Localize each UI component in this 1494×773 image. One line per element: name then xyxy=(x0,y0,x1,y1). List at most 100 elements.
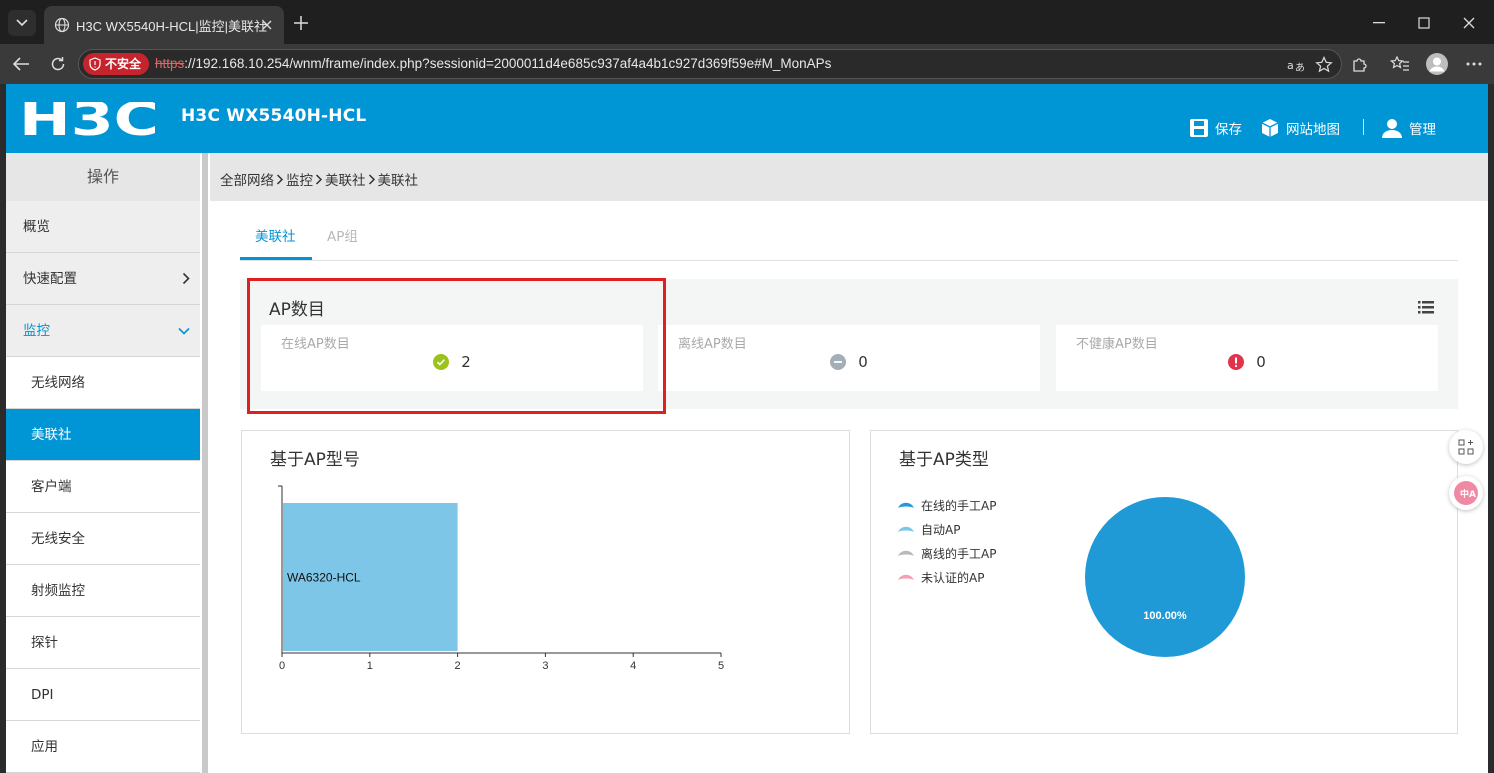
sidebar-item-apps[interactable]: 应用 xyxy=(6,721,200,773)
globe-icon xyxy=(54,17,70,33)
legend-item[interactable]: 在线的手工AP xyxy=(897,493,996,517)
highlight-annotation xyxy=(247,278,666,414)
sidebar-item-label: 快速配置 xyxy=(23,271,77,287)
sidebar-item-rf-monitor[interactable]: 射频监控 xyxy=(6,565,200,617)
offline-ap-label: 离线AP数目 xyxy=(678,337,747,352)
sidebar: 操作 概览 快速配置 监控 无线网络 美联社 客户端 无线安全 射频监控 探针 xyxy=(6,153,202,773)
maximize-button[interactable] xyxy=(1411,10,1437,36)
sidebar-item-clients[interactable]: 客户端 xyxy=(6,461,200,513)
device-name: H3C WX5540H-HCL xyxy=(181,106,367,126)
x-tick-label: 0 xyxy=(279,660,285,672)
svg-text:あ: あ xyxy=(1295,62,1305,73)
not-secure-label: 不安全 xyxy=(105,57,142,71)
bar-category-label: WA6320-HCL xyxy=(287,571,361,585)
x-tick-label: 4 xyxy=(630,660,636,672)
back-button[interactable] xyxy=(9,52,33,76)
minus-circle-icon xyxy=(830,354,847,370)
close-window-button[interactable] xyxy=(1456,10,1482,36)
url-text: https://192.168.10.254/wnm/frame/index.p… xyxy=(155,56,831,71)
sidebar-item-label: 无线安全 xyxy=(31,531,85,547)
extensions-button[interactable] xyxy=(1348,52,1372,76)
sidebar-item-ap[interactable]: 美联社 xyxy=(6,409,200,461)
list-icon[interactable] xyxy=(1418,301,1434,314)
admin-label: 管理 xyxy=(1409,122,1436,138)
tab-list-button[interactable] xyxy=(8,10,36,36)
url-scheme: https xyxy=(155,56,185,71)
breadcrumb-item[interactable]: 监控 xyxy=(286,169,313,189)
sidebar-title: 操作 xyxy=(6,153,200,201)
tab-divider xyxy=(240,260,1458,261)
sidebar-item-dpi[interactable]: DPI xyxy=(6,669,200,721)
tab-ap[interactable]: 美联社 xyxy=(255,225,296,245)
chevron-right-icon xyxy=(368,173,375,185)
translate-icon[interactable]: aあ xyxy=(1287,57,1305,73)
breadcrumb-item: 美联社 xyxy=(377,173,419,189)
sidebar-item-overview[interactable]: 概览 xyxy=(6,201,200,253)
legend-item[interactable]: 未认证的AP xyxy=(897,565,996,589)
minimize-icon xyxy=(1373,22,1385,24)
address-bar[interactable]: 不安全 https://192.168.10.254/wnm/frame/ind… xyxy=(78,49,1342,79)
not-secure-badge[interactable]: 不安全 xyxy=(83,53,150,75)
breadcrumb-item[interactable]: 美联社 xyxy=(325,169,366,189)
legend-item[interactable]: 离线的手工AP xyxy=(897,541,996,565)
ap-model-bar-chart: 0 1 2 3 4 5 WA6320-HCL xyxy=(278,485,724,672)
legend-swatch xyxy=(898,550,914,556)
translate-tool-button[interactable]: 中A xyxy=(1449,476,1483,510)
legend-swatch xyxy=(898,574,914,580)
sidebar-item-label: DPI xyxy=(31,687,54,703)
more-horizontal-icon xyxy=(1466,62,1482,66)
profile-button[interactable] xyxy=(1425,52,1449,76)
pie-slice-label: 100.00% xyxy=(1143,610,1187,622)
star-icon[interactable] xyxy=(1315,56,1333,74)
sidebar-item-wireless-network[interactable]: 无线网络 xyxy=(6,357,200,409)
app-header: H3C H3C WX5540H-HCL 保存 网站地图 管理 xyxy=(6,84,1488,153)
sidebar-item-monitor[interactable]: 监控 xyxy=(6,305,200,357)
apps-button[interactable] xyxy=(1449,430,1483,464)
save-button[interactable]: 保存 xyxy=(1189,118,1242,138)
user-icon xyxy=(1382,119,1402,138)
pie-slice[interactable] xyxy=(1085,497,1245,657)
translate-tool-icon: 中A xyxy=(1454,481,1478,505)
sidebar-item-label: 客户端 xyxy=(31,479,72,495)
x-tick-label: 1 xyxy=(367,660,373,672)
ap-model-chart-card: 基于AP型号 0 1 2 3 4 5 WA6320-HCL xyxy=(241,430,850,734)
offline-ap-count: 0 xyxy=(858,353,868,371)
header-divider xyxy=(1363,119,1364,135)
chevron-right-icon xyxy=(315,173,323,185)
new-tab-icon[interactable] xyxy=(290,12,312,34)
reload-button[interactable] xyxy=(46,52,70,76)
sitemap-button[interactable]: 网站地图 xyxy=(1260,118,1340,138)
breadcrumb-item[interactable]: 全部网络 xyxy=(220,169,274,189)
shield-warning-icon xyxy=(89,57,101,71)
close-icon xyxy=(1463,17,1475,29)
close-tab-icon[interactable] xyxy=(258,16,276,34)
legend-swatch xyxy=(898,526,914,532)
sidebar-scrollbar[interactable] xyxy=(202,153,208,773)
svg-text:a: a xyxy=(1287,59,1294,72)
h3c-logo: H3C xyxy=(19,102,159,139)
cube-icon xyxy=(1261,119,1279,137)
admin-menu-button[interactable]: 管理 xyxy=(1381,118,1436,138)
web-page: H3C H3C WX5540H-HCL 保存 网站地图 管理 操作 概览 快速配… xyxy=(6,84,1488,773)
browser-tab[interactable]: H3C WX5540H-HCL|监控|美联社 xyxy=(44,6,284,44)
ap-type-chart-title: 基于AP类型 xyxy=(899,450,989,470)
browser-tab-title: H3C WX5540H-HCL|监控|美联社 xyxy=(76,19,267,34)
alert-circle-icon xyxy=(1228,354,1245,370)
sidebar-item-label: 监控 xyxy=(23,323,50,339)
favorites-button[interactable] xyxy=(1388,52,1412,76)
minimize-button[interactable] xyxy=(1366,10,1392,36)
browser-menu-button[interactable] xyxy=(1462,52,1486,76)
url-path: ://192.168.10.254/wnm/frame/index.php?se… xyxy=(184,56,832,71)
sidebar-item-probe[interactable]: 探针 xyxy=(6,617,200,669)
ap-type-pie-chart: 100.00% xyxy=(1085,497,1245,657)
ap-model-chart-title: 基于AP型号 xyxy=(270,450,360,470)
sidebar-item-quick-config[interactable]: 快速配置 xyxy=(6,253,200,305)
sidebar-item-wireless-security[interactable]: 无线安全 xyxy=(6,513,200,565)
legend-item[interactable]: 自动AP xyxy=(897,517,996,541)
sidebar-item-label: 美联社 xyxy=(31,427,72,443)
favorites-star-icon xyxy=(1390,55,1409,71)
tab-ap-group[interactable]: AP组 xyxy=(327,225,358,245)
sidebar-item-label: 射频监控 xyxy=(31,583,85,599)
legend-label: 在线的手工AP xyxy=(921,498,997,513)
ap-type-legend: 在线的手工AP 自动AP 离线的手工AP 未认证的AP xyxy=(897,493,996,589)
